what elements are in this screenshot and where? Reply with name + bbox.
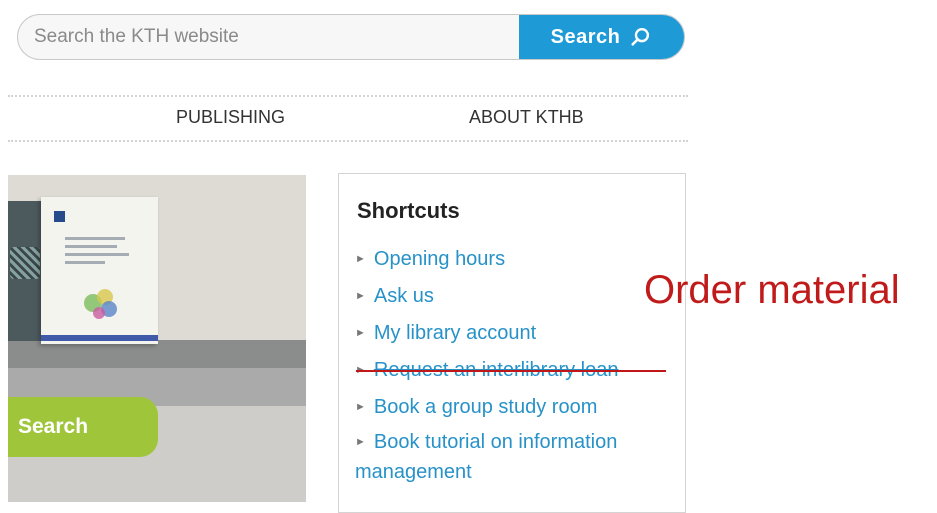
shortcut-book-tutorial[interactable]: ► Book tutorial on information management xyxy=(355,427,685,487)
search-button-label: Search xyxy=(550,25,621,48)
hero-image: Search xyxy=(8,175,306,502)
shortcuts-panel: Shortcuts ► Opening hours ► Ask us ► My lib… xyxy=(338,173,686,513)
nav-top-divider xyxy=(8,95,688,97)
book-back xyxy=(8,201,44,341)
nav-item-about-kthb[interactable]: ABOUT KTHB xyxy=(469,107,584,128)
shortcut-opening-hours[interactable]: ► Opening hours xyxy=(355,244,505,274)
shortcut-label: Book a group study room xyxy=(373,396,598,418)
nav-bottom-divider xyxy=(8,140,688,142)
shortcut-label: Book tutorial on information management xyxy=(355,431,618,483)
shortcut-label: My library account xyxy=(373,322,537,344)
hero-search-button[interactable]: Search xyxy=(8,397,158,457)
triangle-right-icon: ► xyxy=(355,327,366,339)
book-cover-band xyxy=(41,335,158,341)
book-cover-art-icon xyxy=(84,289,117,319)
shelf-edge xyxy=(8,340,306,368)
shortcut-label: Opening hours xyxy=(373,248,506,270)
shortcut-my-library-account[interactable]: ► My library account xyxy=(355,318,536,348)
book-emblem-icon xyxy=(54,211,65,222)
shortcut-group-study-room[interactable]: ► Book a group study room xyxy=(355,392,597,422)
triangle-right-icon: ► xyxy=(355,401,366,413)
strikethrough-line xyxy=(356,370,666,372)
order-material-annotation: Order material xyxy=(644,268,900,312)
book-title-lines xyxy=(65,237,135,269)
search-input[interactable] xyxy=(18,15,519,59)
shortcut-label: Ask us xyxy=(373,285,434,307)
book-cover xyxy=(41,197,158,344)
triangle-right-icon: ► xyxy=(355,290,366,302)
search-icon xyxy=(631,28,650,46)
nav-item-publishing[interactable]: PUBLISHING xyxy=(176,107,285,128)
shortcut-ask-us[interactable]: ► Ask us xyxy=(355,281,434,311)
site-search-bar: Search xyxy=(17,14,685,60)
book-back-pattern xyxy=(10,247,40,279)
search-button[interactable]: Search xyxy=(519,15,684,59)
shortcuts-title: Shortcuts xyxy=(357,198,460,223)
triangle-right-icon: ► xyxy=(355,253,366,265)
triangle-right-icon: ► xyxy=(355,436,366,448)
